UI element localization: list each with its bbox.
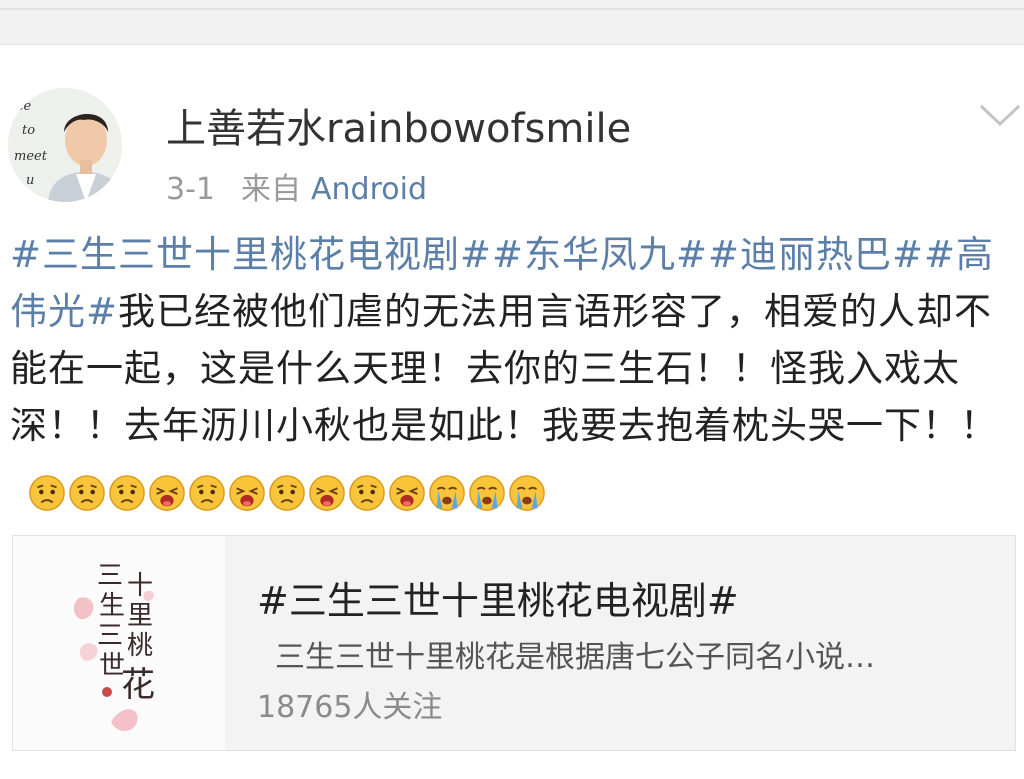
avatar-text-4: u: [26, 173, 34, 188]
crying-face-emoji-icon: [389, 474, 425, 511]
post-meta: 3-1 来自 Android: [166, 164, 427, 208]
post-source[interactable]: Android: [311, 172, 427, 207]
top-divider-line: [0, 8, 1024, 10]
thumb-char-3: 三: [97, 621, 123, 651]
avatar-text-1: ice: [12, 99, 31, 114]
thumb-char-5: 十: [127, 571, 153, 601]
topic-description: 三生三世十里桃花是根据唐七公子同名小说…: [275, 640, 875, 675]
chevron-down-icon[interactable]: [978, 100, 1022, 130]
thumb-seal: [102, 687, 112, 697]
post-time: 3-1: [166, 172, 215, 207]
username[interactable]: 上善若水rainbowofsmile: [166, 96, 631, 154]
sad-face-emoji-icon: [189, 474, 225, 511]
topic-thumbnail: 三 生 三 世 十 里 桃 花: [13, 536, 225, 750]
thumb-char-7: 桃: [127, 631, 153, 661]
sad-face-emoji-icon: [349, 474, 385, 511]
crying-face-emoji-icon: [309, 474, 345, 511]
sad-face-emoji-icon: [29, 474, 65, 511]
tearful-face-emoji-icon: [469, 474, 505, 511]
post-text: #三生三世十里桃花电视剧##东华凤九##迪丽热巴##高伟光#我已经被他们虐的无法…: [10, 226, 1010, 519]
crying-face-emoji-icon: [149, 474, 185, 511]
tearful-face-emoji-icon: [509, 474, 545, 511]
top-divider-strip: [0, 0, 1024, 45]
from-label: 来自: [241, 172, 301, 207]
emoji-row: [28, 462, 548, 519]
thumb-char-8: 花: [121, 665, 155, 705]
thumb-char-2: 生: [99, 591, 125, 621]
avatar-text-3: meet: [14, 149, 48, 164]
tearful-face-emoji-icon: [429, 474, 465, 511]
sad-face-emoji-icon: [69, 474, 105, 511]
topic-follower-count: 18765人关注: [257, 690, 443, 725]
topic-card[interactable]: 三 生 三 世 十 里 桃 花 #三生三世十里桃花电视剧# 三生三世十里桃花是根…: [12, 535, 1016, 751]
crying-face-emoji-icon: [229, 474, 265, 511]
avatar-text-2: to: [22, 123, 35, 138]
avatar[interactable]: ice to meet u: [8, 88, 122, 202]
sad-face-emoji-icon: [109, 474, 145, 511]
thumb-char-1: 三: [97, 561, 123, 591]
post-body: 我已经被他们虐的无法用言语形容了，相爱的人却不能在一起，这是什么天理！去你的三生…: [10, 290, 998, 447]
avatar-image: ice to meet u: [8, 88, 122, 202]
topic-thumbnail-art: 三 生 三 世 十 里 桃 花: [73, 561, 155, 731]
topic-title[interactable]: #三生三世十里桃花电视剧#: [257, 570, 739, 625]
sad-face-emoji-icon: [269, 474, 305, 511]
thumb-char-6: 里: [127, 601, 153, 631]
